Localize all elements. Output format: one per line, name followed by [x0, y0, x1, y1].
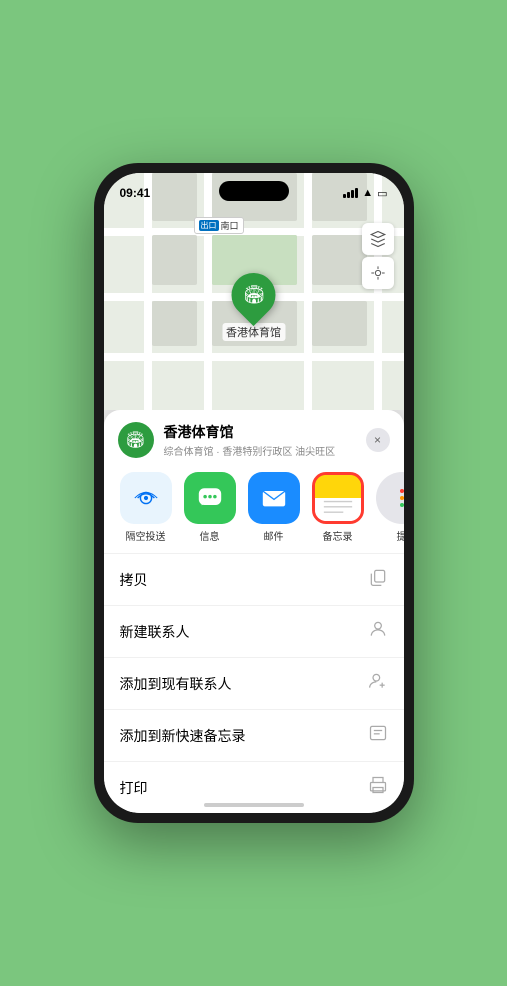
marker-icon: 🏟 — [222, 264, 284, 326]
phone-frame: 09:41 ▲ ▭ — [94, 163, 414, 823]
close-button[interactable]: × — [366, 428, 390, 452]
airdrop-label: 隔空投送 — [126, 528, 166, 543]
print-icon — [368, 775, 388, 800]
place-name: 香港体育馆 — [164, 422, 366, 442]
action-new-contact-label: 新建联系人 — [120, 622, 190, 642]
battery-icon: ▭ — [377, 187, 387, 200]
dot-red — [400, 489, 404, 493]
status-time: 09:41 — [120, 186, 151, 200]
share-row: 隔空投送 信息 — [104, 466, 404, 553]
quick-note-icon — [368, 723, 388, 748]
copy-icon — [368, 567, 388, 592]
dot-green — [400, 503, 404, 507]
place-info: 香港体育馆 综合体育馆 · 香港特别行政区 油尖旺区 — [164, 422, 366, 458]
signal-bars-icon — [343, 188, 358, 198]
notes-icon — [312, 472, 364, 524]
action-list: 拷贝 新建联系人 — [104, 553, 404, 813]
action-add-existing[interactable]: 添加到现有联系人 — [104, 658, 404, 710]
dynamic-island — [219, 181, 289, 201]
mail-icon — [248, 472, 300, 524]
add-existing-icon — [368, 671, 388, 696]
map-layers-button[interactable] — [362, 223, 394, 255]
status-icons: ▲ ▭ — [343, 187, 387, 200]
place-subtitle: 综合体育馆 · 香港特别行政区 油尖旺区 — [164, 443, 366, 458]
messages-label: 信息 — [200, 528, 220, 543]
marker-inner-icon: 🏟 — [242, 285, 265, 306]
place-header: 🏟 香港体育馆 综合体育馆 · 香港特别行政区 油尖旺区 × — [104, 410, 404, 466]
map-area[interactable]: 出口 南口 — [104, 173, 404, 410]
share-item-messages[interactable]: 信息 — [182, 472, 238, 543]
map-label-tag: 出口 — [199, 220, 219, 231]
action-print-label: 打印 — [120, 778, 148, 798]
bottom-sheet: 🏟 香港体育馆 综合体育馆 · 香港特别行政区 油尖旺区 × — [104, 410, 404, 813]
mail-label: 邮件 — [264, 528, 284, 543]
action-quick-note[interactable]: 添加到新快速备忘录 — [104, 710, 404, 762]
share-item-notes[interactable]: 备忘录 — [310, 472, 366, 543]
action-new-contact[interactable]: 新建联系人 — [104, 606, 404, 658]
phone-screen: 09:41 ▲ ▭ — [104, 173, 404, 813]
more-dots — [400, 489, 404, 507]
action-copy[interactable]: 拷贝 — [104, 554, 404, 606]
share-item-airdrop[interactable]: 隔空投送 — [118, 472, 174, 543]
notes-label: 备忘录 — [323, 528, 353, 543]
dot-yellow — [400, 496, 404, 500]
action-quick-note-label: 添加到新快速备忘录 — [120, 726, 246, 746]
more-label: 提 — [397, 528, 404, 543]
place-icon: 🏟 — [118, 422, 154, 458]
location-button[interactable] — [362, 257, 394, 289]
location-marker: 🏟 香港体育馆 — [222, 273, 285, 341]
wifi-icon: ▲ — [362, 187, 373, 199]
new-contact-icon — [368, 619, 388, 644]
share-item-more[interactable]: 提 — [374, 472, 404, 543]
action-copy-label: 拷贝 — [120, 570, 148, 590]
airdrop-icon — [120, 472, 172, 524]
map-label: 出口 南口 — [194, 217, 244, 234]
map-label-text: 南口 — [221, 219, 239, 232]
messages-icon — [184, 472, 236, 524]
action-add-existing-label: 添加到现有联系人 — [120, 674, 232, 694]
more-icon — [376, 472, 404, 524]
map-controls — [362, 223, 394, 289]
home-indicator — [204, 803, 304, 807]
share-item-mail[interactable]: 邮件 — [246, 472, 302, 543]
